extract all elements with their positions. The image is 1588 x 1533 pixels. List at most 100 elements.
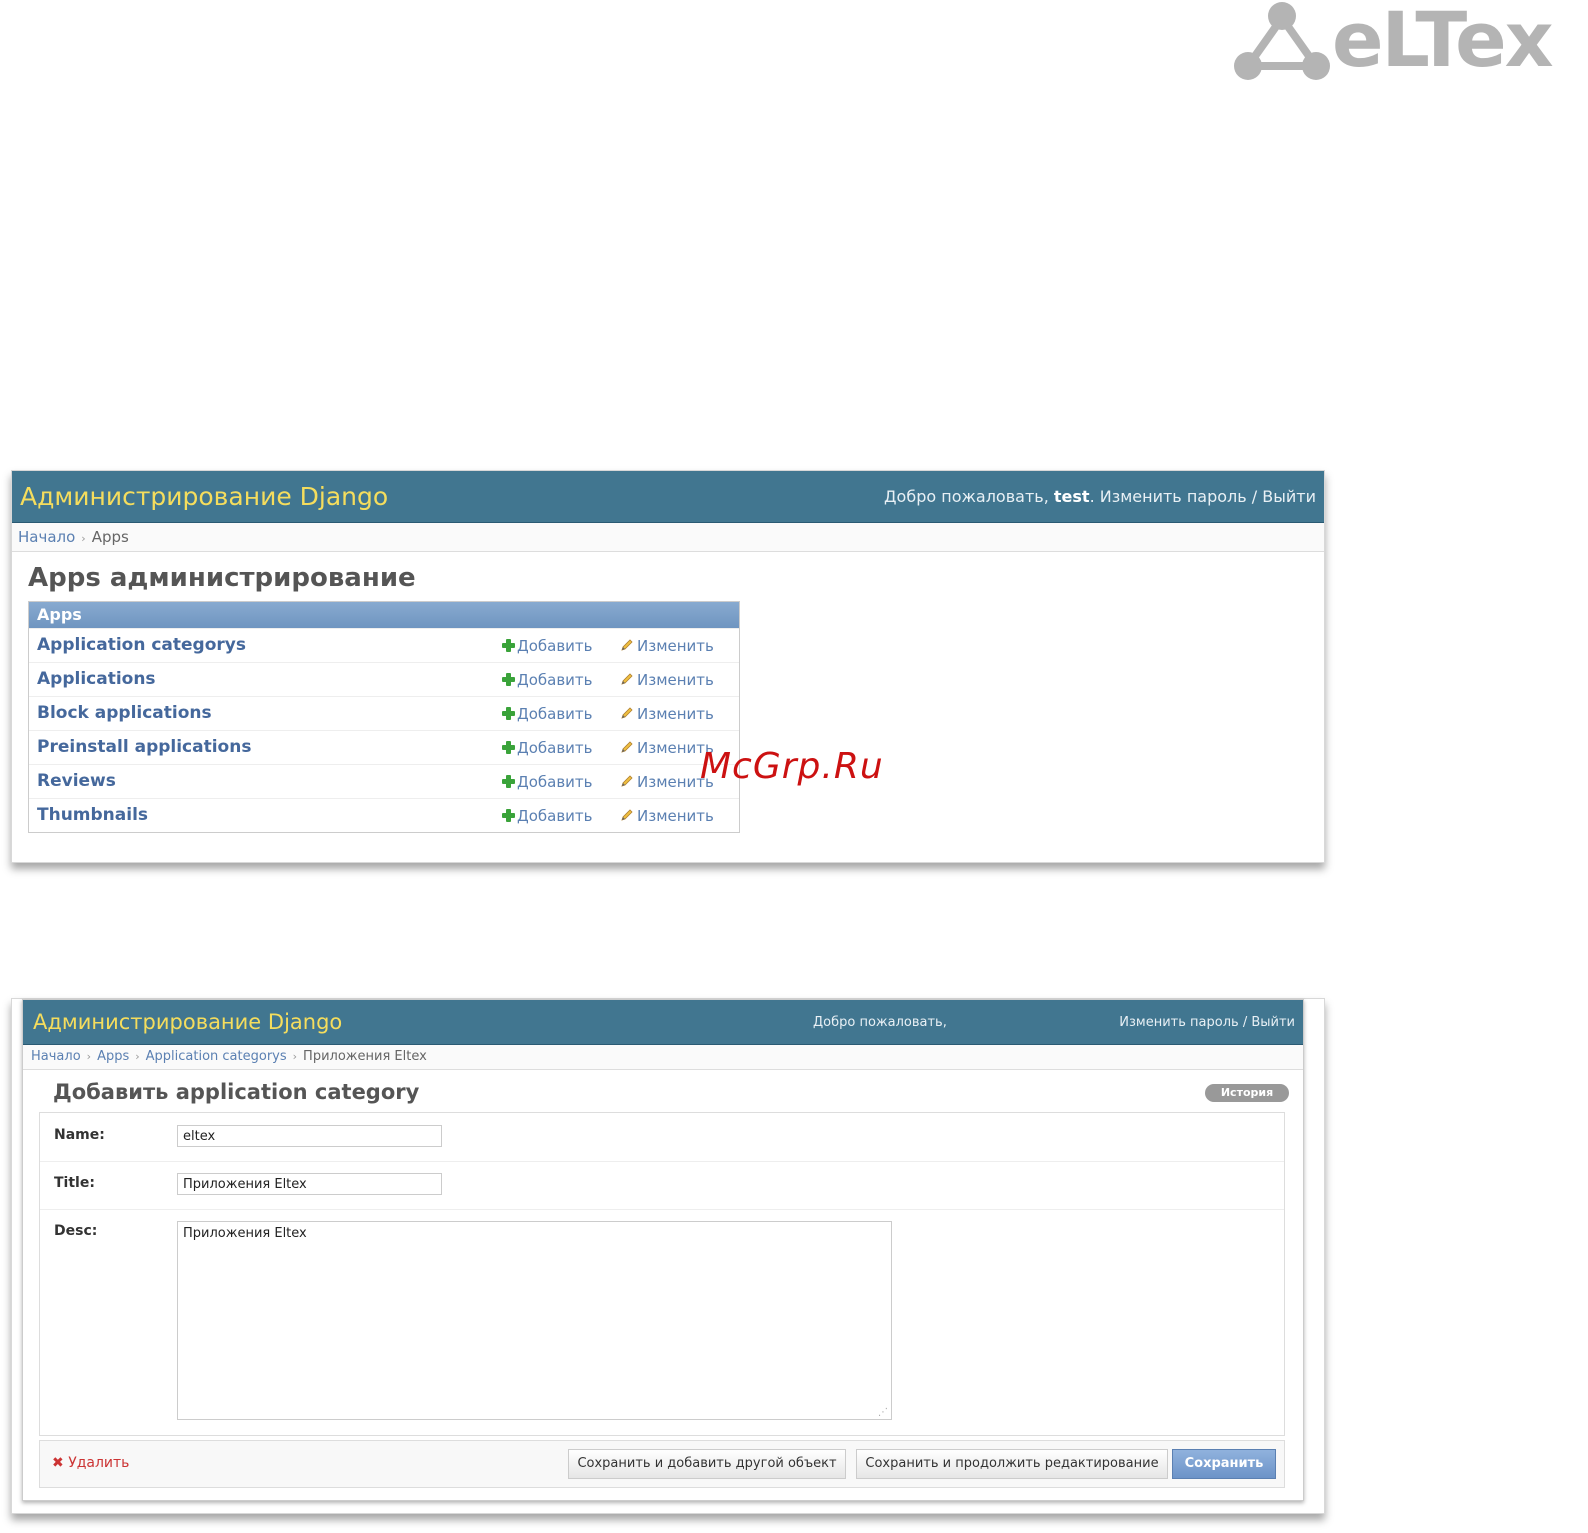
eltex-logo: eLTex: [1228, 0, 1588, 88]
model-link[interactable]: Block applications: [37, 703, 212, 723]
name-input[interactable]: eltex: [177, 1125, 442, 1147]
resize-grip-icon[interactable]: ⋰: [878, 1407, 888, 1418]
delete-label: Удалить: [68, 1455, 130, 1471]
model-link[interactable]: Preinstall applications: [37, 737, 251, 757]
breadcrumb-current: Приложения Eltex: [303, 1049, 427, 1064]
breadcrumb-separator-icon: ›: [81, 532, 86, 545]
change-password-link[interactable]: Изменить пароль: [1100, 487, 1247, 506]
change-link[interactable]: Изменить: [620, 637, 714, 655]
breadcrumb-home[interactable]: Начало: [31, 1049, 81, 1064]
add-link[interactable]: Добавить: [502, 705, 593, 723]
delete-link[interactable]: ✖ Удалить: [52, 1455, 129, 1471]
plus-icon: [502, 809, 515, 822]
add-link[interactable]: Добавить: [502, 637, 593, 655]
title-input[interactable]: Приложения Eltex: [177, 1173, 442, 1195]
site-title[interactable]: Администрирование Django: [33, 1010, 342, 1034]
add-label: Добавить: [517, 705, 593, 723]
page-title: Apps администрирование: [28, 563, 416, 593]
breadcrumb-separator-icon: ›: [292, 1050, 298, 1063]
change-link[interactable]: Изменить: [620, 705, 714, 723]
user-tools: Изменить пароль / Выйти: [1119, 1015, 1295, 1030]
admin-header: Администрирование Django Добро пожаловат…: [23, 1000, 1303, 1045]
title-label: Title:: [54, 1175, 95, 1191]
form-row-name: Name: eltex: [40, 1113, 1284, 1162]
category-form: Name: eltex Title: Приложения Eltex Desc…: [39, 1112, 1285, 1436]
plus-icon: [502, 639, 515, 652]
add-label: Добавить: [517, 807, 593, 825]
add-label: Добавить: [517, 671, 593, 689]
eltex-logo-icon: [1234, 2, 1330, 80]
change-link[interactable]: Изменить: [620, 807, 714, 825]
site-title[interactable]: Администрирование Django: [20, 482, 388, 511]
plus-icon: [502, 673, 515, 686]
model-link[interactable]: Reviews: [37, 771, 116, 791]
pencil-icon: [621, 673, 633, 685]
plus-icon: [502, 741, 515, 754]
change-label: Изменить: [637, 671, 714, 689]
admin-header: Администрирование Django Добро пожаловат…: [12, 471, 1324, 523]
welcome-text: Добро пожаловать,: [884, 487, 1049, 506]
model-link[interactable]: Application categorys: [37, 635, 246, 655]
desc-value: Приложения Eltex: [183, 1226, 307, 1241]
history-button[interactable]: История: [1205, 1084, 1289, 1102]
add-link[interactable]: Добавить: [502, 773, 593, 791]
table-row: Reviews Добавить Изменить: [29, 764, 739, 798]
welcome-text: Добро пожаловать,: [813, 1015, 947, 1030]
add-category-screenshot: Администрирование Django Добро пожаловат…: [11, 998, 1325, 1514]
name-label: Name:: [54, 1127, 105, 1143]
table-row: Block applications Добавить Изменить: [29, 696, 739, 730]
form-row-title: Title: Приложения Eltex: [40, 1161, 1284, 1210]
user-tools: Добро пожаловать, test. Изменить пароль …: [884, 487, 1316, 506]
plus-icon: [502, 707, 515, 720]
save-continue-button[interactable]: Сохранить и продолжить редактирование: [856, 1449, 1168, 1479]
apps-module-table: Apps Application categorys Добавить Измени…: [28, 601, 740, 833]
apps-admin-screenshot: Администрирование Django Добро пожаловат…: [11, 470, 1325, 863]
add-link[interactable]: Добавить: [502, 807, 593, 825]
desc-label: Desc:: [54, 1223, 98, 1239]
separator: /: [1242, 1015, 1248, 1030]
breadcrumb-separator-icon: ›: [135, 1050, 140, 1063]
eltex-logo-text: eLTex: [1332, 0, 1554, 84]
model-link[interactable]: Thumbnails: [37, 805, 148, 825]
breadcrumb-apps[interactable]: Apps: [97, 1049, 129, 1064]
add-link[interactable]: Добавить: [502, 739, 593, 757]
table-row: Thumbnails Добавить Изменить: [29, 798, 739, 832]
watermark: McGrp.Ru: [700, 746, 884, 787]
pencil-icon: [621, 639, 633, 651]
pencil-icon: [621, 707, 633, 719]
username: test: [1053, 487, 1090, 506]
breadcrumb-categories[interactable]: Application categorys: [146, 1049, 287, 1064]
model-link[interactable]: Applications: [37, 669, 156, 689]
breadcrumb-current: Apps: [91, 528, 129, 546]
separator: /: [1251, 487, 1258, 506]
delete-x-icon: ✖: [52, 1455, 64, 1471]
add-label: Добавить: [517, 637, 593, 655]
add-label: Добавить: [517, 773, 593, 791]
admin-window: Администрирование Django Добро пожаловат…: [22, 999, 1304, 1501]
logout-link[interactable]: Выйти: [1251, 1015, 1295, 1030]
submit-row: ✖ Удалить Сохранить и добавить другой об…: [39, 1440, 1285, 1488]
change-label: Изменить: [637, 807, 714, 825]
save-add-another-button[interactable]: Сохранить и добавить другой объект: [568, 1449, 846, 1479]
pencil-icon: [621, 775, 633, 787]
breadcrumb: Начало › Apps: [12, 523, 1324, 552]
breadcrumb-home[interactable]: Начало: [18, 528, 75, 546]
change-password-link[interactable]: Изменить пароль: [1119, 1015, 1238, 1030]
pencil-icon: [621, 741, 633, 753]
breadcrumb: Начало › Apps › Application categorys › Прилож…: [23, 1045, 1303, 1070]
desc-textarea[interactable]: Приложения Eltex ⋰: [177, 1221, 892, 1420]
save-button[interactable]: Сохранить: [1172, 1449, 1276, 1479]
add-label: Добавить: [517, 739, 593, 757]
add-link[interactable]: Добавить: [502, 671, 593, 689]
change-label: Изменить: [637, 705, 714, 723]
logout-link[interactable]: Выйти: [1262, 487, 1316, 506]
page-title: Добавить application category: [53, 1080, 420, 1104]
table-row: Application categorys Добавить Изменить: [29, 628, 739, 662]
module-caption[interactable]: Apps: [29, 602, 739, 628]
table-row: Preinstall applications Добавить Изменить: [29, 730, 739, 764]
change-link[interactable]: Изменить: [620, 671, 714, 689]
pencil-icon: [621, 809, 633, 821]
form-row-desc: Desc: Приложения Eltex ⋰: [40, 1209, 1284, 1433]
breadcrumb-separator-icon: ›: [86, 1050, 92, 1063]
table-row: Applications Добавить Изменить: [29, 662, 739, 696]
